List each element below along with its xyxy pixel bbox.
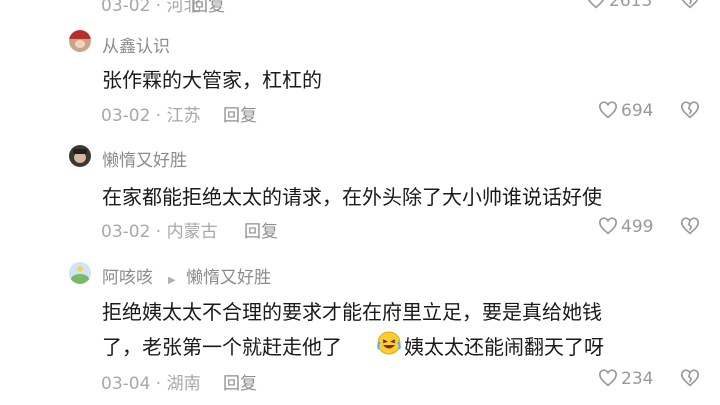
heart-outline-icon[interactable]: [598, 217, 618, 235]
comment-meta: 03-02 · 内蒙古: [101, 222, 218, 242]
broken-heart-icon[interactable]: [680, 369, 700, 387]
comment-text: 在家都能拒绝太太的请求，在外头除了大小帅谁说话好使: [102, 185, 602, 209]
like-count: 234: [621, 369, 654, 389]
reply-arrow-icon: ▶: [168, 275, 176, 286]
comment-username[interactable]: 阿咳咳: [102, 263, 153, 288]
comment-meta: 03-02 · 江苏: [101, 106, 201, 126]
broken-heart-icon[interactable]: [680, 101, 700, 119]
comment-text: 张作霖的大管家，杠杠的: [102, 68, 322, 92]
reply-to-username[interactable]: 懒惰又好胜: [186, 263, 271, 288]
like-count: 499: [621, 217, 654, 237]
comment-meta: 03-04 · 湖南: [101, 374, 201, 394]
heart-outline-icon[interactable]: [586, 0, 606, 9]
like-count: 694: [621, 101, 654, 121]
like-count: 2613: [609, 0, 653, 11]
broken-heart-icon[interactable]: [680, 217, 700, 235]
comment-text: 拒绝姨太太不合理的要求才能在府里立足，要是真给她钱: [102, 300, 602, 324]
comment-username[interactable]: 懒惰又好胜: [102, 146, 187, 171]
reply-button[interactable]: 回复: [191, 0, 225, 16]
heart-outline-icon[interactable]: [598, 369, 618, 387]
reply-button[interactable]: 回复: [244, 217, 278, 242]
comment-text: 了，老张第一个就赶走他了: [102, 335, 342, 359]
avatar[interactable]: [69, 262, 91, 284]
reply-button[interactable]: 回复: [223, 101, 257, 126]
laughing-crying-emoji: [376, 330, 402, 356]
avatar[interactable]: [69, 30, 91, 52]
reply-button[interactable]: 回复: [223, 369, 257, 394]
comment-text: 姨太太还能闹翻天了呀: [404, 335, 604, 359]
broken-heart-icon[interactable]: [680, 0, 700, 9]
comment-username[interactable]: 从鑫认识: [102, 32, 170, 57]
avatar[interactable]: [69, 145, 91, 167]
heart-outline-icon[interactable]: [598, 101, 618, 119]
comment-meta: 03-02 · 河北: [101, 0, 201, 16]
